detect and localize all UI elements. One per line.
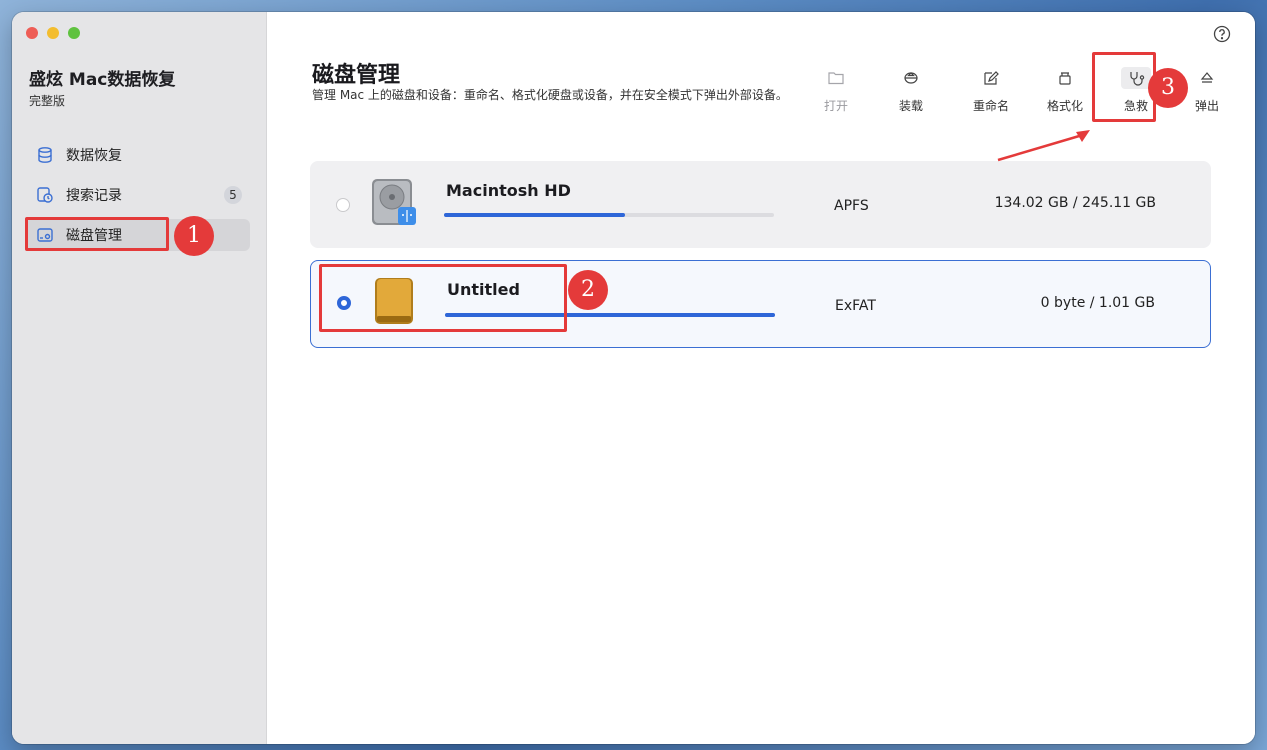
rename-label: 重命名: [972, 99, 1009, 113]
disk-filesystem: APFS: [834, 198, 869, 214]
mount-icon: [896, 67, 926, 89]
zoom-window-button[interactable]: [68, 27, 80, 39]
window-controls: [26, 27, 80, 39]
history-icon: [36, 186, 54, 204]
annotation-step-2: 2: [568, 270, 608, 310]
sidebar-item-label: 数据恢复: [66, 148, 122, 164]
disk-filesystem: ExFAT: [835, 298, 876, 314]
edition-label: 完整版: [29, 94, 66, 108]
format-button[interactable]: 格式化: [1035, 67, 1095, 114]
mount-button[interactable]: 装载: [881, 67, 941, 114]
app-name: 盛炫 Mac数据恢复: [29, 70, 176, 90]
disk-name: Macintosh HD: [446, 181, 571, 200]
sidebar-item-data-recovery[interactable]: 数据恢复: [26, 139, 250, 171]
disk-row-macintosh-hd[interactable]: Macintosh HD APFS 134.02 GB / 245.11 GB: [310, 161, 1211, 248]
folder-icon: [821, 67, 851, 89]
disk-capacity: 0 byte / 1.01 GB: [1040, 295, 1155, 311]
sidebar-item-label: 搜索记录: [66, 188, 122, 204]
help-icon[interactable]: [1213, 25, 1231, 43]
eject-label: 弹出: [1194, 99, 1219, 113]
format-label: 格式化: [1046, 99, 1083, 113]
hard-drive-icon: [368, 177, 418, 229]
open-label: 打开: [823, 99, 848, 113]
annotation-box-2: [319, 264, 567, 332]
annotation-box-3: [1092, 52, 1156, 122]
annotation-step-1: 1: [174, 216, 214, 256]
minimize-window-button[interactable]: [47, 27, 59, 39]
mount-label: 装载: [898, 99, 923, 113]
page-description: 管理 Mac 上的磁盘和设备：重命名、格式化硬盘或设备，并在安全模式下弹出外部设…: [312, 88, 788, 102]
rename-button[interactable]: 重命名: [961, 67, 1021, 114]
disk-radio[interactable]: [336, 198, 350, 212]
eject-icon: [1192, 67, 1222, 89]
annotation-box-1: [25, 217, 169, 251]
format-icon: [1050, 67, 1080, 89]
annotation-arrow: [997, 130, 1090, 162]
count-badge: 5: [224, 186, 242, 204]
disk-usage-bar: [444, 213, 774, 217]
database-icon: [36, 146, 54, 164]
close-window-button[interactable]: [26, 27, 38, 39]
annotation-step-3: 3: [1148, 68, 1188, 108]
disk-capacity: 134.02 GB / 245.11 GB: [994, 195, 1156, 211]
page-title: 磁盘管理: [312, 63, 401, 88]
sidebar-item-search-history[interactable]: 搜索记录 5: [26, 179, 250, 211]
app-window: 盛炫 Mac数据恢复 完整版 数据恢复 搜索记录 5 磁盘管理 磁盘管理 管理 …: [12, 12, 1255, 744]
open-button[interactable]: 打开: [806, 67, 866, 114]
edit-icon: [976, 67, 1006, 89]
sidebar: 盛炫 Mac数据恢复 完整版 数据恢复 搜索记录 5 磁盘管理: [12, 12, 267, 744]
disk-usage-fill: [444, 213, 625, 217]
